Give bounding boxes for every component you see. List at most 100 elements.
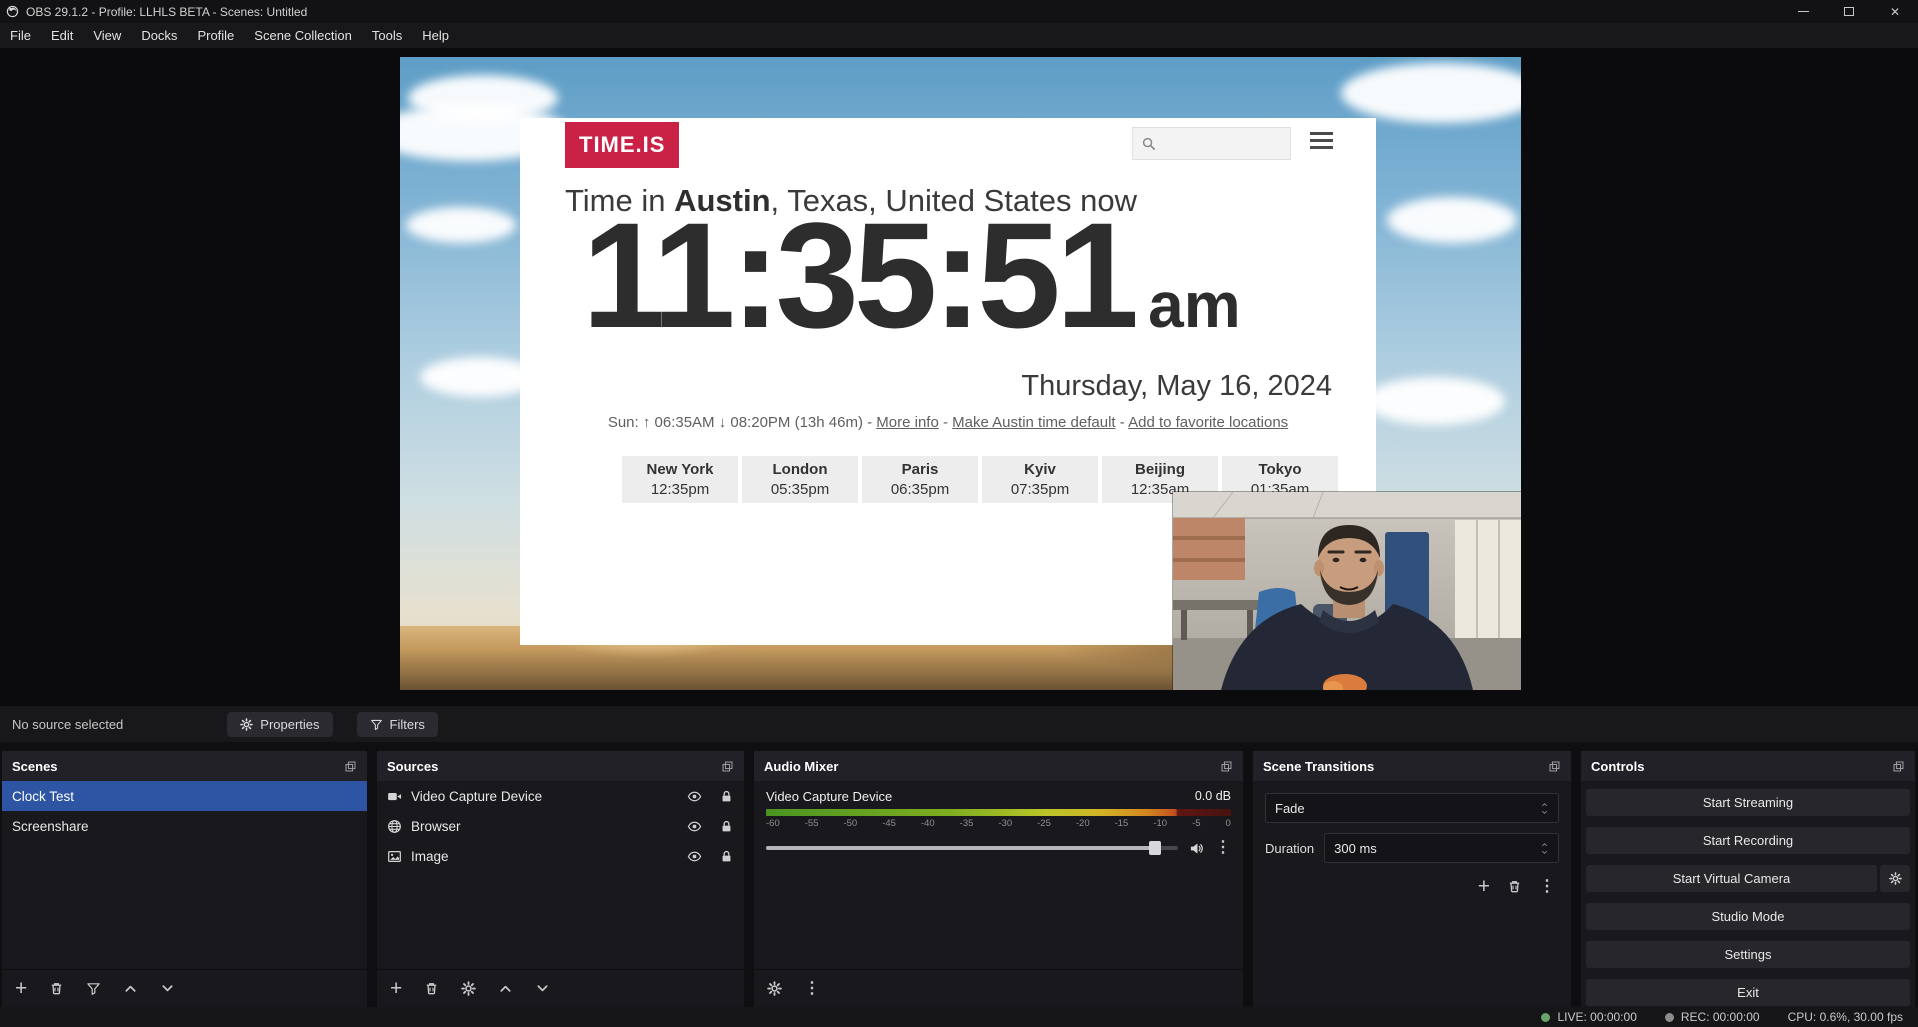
menu-view[interactable]: View [83, 23, 131, 48]
popout-icon[interactable] [721, 760, 734, 773]
source-properties-button[interactable] [461, 981, 476, 996]
popout-icon[interactable] [1548, 760, 1561, 773]
cloud [406, 207, 516, 243]
studio-mode-button[interactable]: Studio Mode [1586, 903, 1910, 930]
obs-window: OBS 29.1.2 - Profile: LLHLS BETA - Scene… [0, 0, 1918, 1027]
controls-panel-header: Controls [1581, 751, 1915, 781]
popout-icon[interactable] [344, 760, 357, 773]
current-date: Thursday, May 16, 2024 [1021, 370, 1332, 403]
add-scene-button[interactable]: + [15, 978, 27, 999]
spinner-arrows-icon[interactable] [1540, 841, 1549, 856]
mixer-level-db: 0.0 dB [1195, 789, 1231, 804]
sources-panel-header: Sources [377, 751, 744, 781]
speaker-icon[interactable] [1189, 841, 1204, 856]
start-virtual-camera-button[interactable]: Start Virtual Camera [1586, 865, 1877, 892]
menu-docks[interactable]: Docks [131, 23, 187, 48]
chevron-down-icon [535, 981, 550, 996]
time-ampm: am [1148, 268, 1241, 342]
time-digits: 11:35:51 [582, 200, 1134, 350]
menu-file[interactable]: File [0, 23, 41, 48]
audio-mixer-panel: Audio Mixer Video Capture Device 0.0 dB … [754, 751, 1243, 1007]
duration-input[interactable]: 300 ms [1324, 833, 1559, 863]
start-streaming-button[interactable]: Start Streaming [1586, 789, 1910, 816]
image-icon [387, 849, 402, 864]
maximize-button[interactable] [1826, 0, 1872, 23]
lock-icon[interactable] [719, 819, 734, 834]
virtual-camera-config-button[interactable] [1880, 865, 1910, 892]
volume-slider[interactable] [766, 846, 1178, 850]
add-source-button[interactable]: + [390, 978, 402, 999]
menu-scene-collection[interactable]: Scene Collection [244, 23, 362, 48]
remove-transition-button[interactable] [1507, 876, 1522, 897]
panel-title: Scenes [12, 759, 58, 774]
menu-help[interactable]: Help [412, 23, 459, 48]
mixer-source-menu-button[interactable]: ⋮ [1215, 840, 1231, 856]
sources-list: Video Capture Device Browser Image [377, 781, 744, 969]
scene-item-clock-test[interactable]: Clock Test [2, 781, 367, 811]
scenes-toolbar: + [2, 969, 367, 1007]
add-transition-button[interactable]: + [1478, 876, 1490, 897]
popout-icon[interactable] [1220, 760, 1233, 773]
remove-source-button[interactable] [424, 981, 439, 996]
menu-profile[interactable]: Profile [187, 23, 244, 48]
eye-icon[interactable] [687, 819, 702, 834]
city-box: Paris 06:35pm [862, 456, 978, 503]
transition-menu-button[interactable]: ⋮ [1539, 876, 1555, 897]
cpu-fps-status: CPU: 0.6%, 30.00 fps [1788, 1010, 1903, 1024]
move-source-up-button[interactable] [498, 981, 513, 996]
duration-value: 300 ms [1334, 841, 1377, 856]
volume-slider-fill [766, 846, 1153, 850]
mixer-menu-button[interactable]: ⋮ [804, 981, 820, 997]
controls-body: Start Streaming Start Recording Start Vi… [1581, 781, 1915, 1007]
panel-title: Scene Transitions [1263, 759, 1374, 774]
statusbar: LIVE: 00:00:00 REC: 00:00:00 CPU: 0.6%, … [0, 1007, 1918, 1027]
rec-status: REC: 00:00:00 [1665, 1010, 1760, 1024]
advanced-audio-button[interactable] [767, 981, 782, 996]
lock-icon[interactable] [719, 849, 734, 864]
source-row-image[interactable]: Image [377, 841, 744, 871]
current-time: 11:35:51 am [582, 200, 1241, 350]
exit-button[interactable]: Exit [1586, 979, 1910, 1006]
spinner-arrows-icon[interactable] [1540, 801, 1549, 816]
duration-label: Duration [1265, 841, 1314, 856]
trash-icon [1507, 879, 1522, 894]
city-box: Kyiv 07:35pm [982, 456, 1098, 503]
hamburger-menu-icon [1310, 132, 1333, 153]
volume-slider-handle[interactable] [1149, 841, 1161, 855]
transition-select[interactable]: Fade [1265, 793, 1559, 823]
move-scene-up-button[interactable] [123, 981, 138, 996]
eye-icon[interactable] [687, 789, 702, 804]
move-scene-down-button[interactable] [160, 981, 175, 996]
source-row-video-capture-device[interactable]: Video Capture Device [377, 781, 744, 811]
close-button[interactable]: ✕ [1872, 0, 1918, 23]
dock-panels: Scenes Clock Test Screenshare + Sources [2, 751, 1915, 1007]
filters-button[interactable]: Filters [357, 712, 438, 737]
remove-scene-button[interactable] [49, 981, 64, 996]
mixer-source-name: Video Capture Device [766, 789, 892, 804]
start-recording-button[interactable]: Start Recording [1586, 827, 1910, 854]
lock-icon[interactable] [719, 789, 734, 804]
move-source-down-button[interactable] [535, 981, 550, 996]
preview-canvas[interactable]: TIME.IS Time in Austin, Texas, United St… [400, 57, 1521, 690]
eye-icon[interactable] [687, 849, 702, 864]
source-row-browser[interactable]: Browser [377, 811, 744, 841]
scene-filters-button[interactable] [86, 981, 101, 996]
minimize-button[interactable] [1780, 0, 1826, 23]
popout-icon[interactable] [1892, 760, 1905, 773]
audio-mixer-panel-header: Audio Mixer [754, 751, 1243, 781]
timeis-search-box [1132, 127, 1291, 160]
properties-button[interactable]: Properties [227, 712, 332, 737]
menu-tools[interactable]: Tools [362, 23, 412, 48]
scene-transitions-panel: Scene Transitions Fade Duration 300 ms + [1253, 751, 1571, 1007]
transitions-panel-header: Scene Transitions [1253, 751, 1571, 781]
search-icon [1141, 136, 1156, 151]
panel-title: Audio Mixer [764, 759, 838, 774]
source-label: Browser [411, 819, 670, 834]
settings-button[interactable]: Settings [1586, 941, 1910, 968]
scene-item-screenshare[interactable]: Screenshare [2, 811, 367, 841]
scenes-panel: Scenes Clock Test Screenshare + [2, 751, 367, 1007]
menu-edit[interactable]: Edit [41, 23, 83, 48]
city-box: London 05:35pm [742, 456, 858, 503]
transitions-body: Fade Duration 300 ms + ⋮ [1253, 781, 1571, 1007]
webcam-scene [1173, 492, 1521, 690]
